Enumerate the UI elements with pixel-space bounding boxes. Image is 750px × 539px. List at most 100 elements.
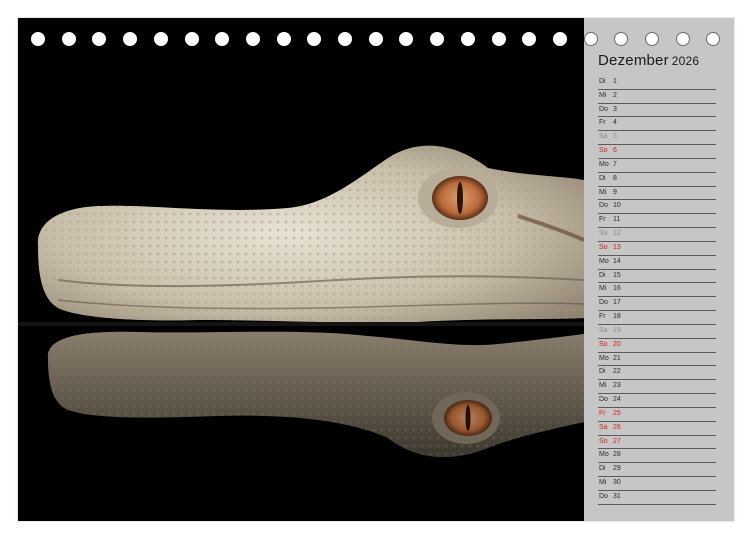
weekday-label: Mi — [599, 188, 607, 196]
day-number: 22 — [613, 368, 621, 376]
weekday-label: So — [599, 147, 608, 155]
day-row: Mi 16 — [598, 283, 716, 298]
day-row: Mi 2 — [598, 90, 716, 104]
day-row: So 6 — [598, 145, 716, 159]
month-title: Dezember 2026 — [598, 52, 699, 69]
weekday-label: Sa — [599, 423, 608, 431]
binding-hole — [491, 32, 506, 46]
day-number: 8 — [613, 174, 617, 182]
weekday-label: So — [599, 243, 608, 251]
day-row: Sa 12 — [598, 228, 716, 242]
day-number: 19 — [613, 326, 621, 334]
day-row: Di 29 — [598, 463, 716, 478]
binding-hole — [184, 32, 199, 46]
day-number: 7 — [613, 160, 617, 168]
day-row: Mo 14 — [598, 256, 716, 270]
binding-hole — [61, 32, 76, 46]
binding-hole — [460, 32, 475, 46]
spiral-binding — [18, 32, 734, 48]
weekday-label: Do — [599, 396, 608, 404]
day-row: Mi 9 — [598, 187, 716, 201]
day-number: 27 — [613, 437, 621, 445]
weekday-label: Mo — [599, 354, 609, 362]
weekday-label: Fr — [599, 119, 606, 127]
day-number: 28 — [613, 451, 621, 459]
day-row: Mi 23 — [598, 380, 716, 395]
weekday-label: Mo — [599, 160, 609, 168]
weekday-label: Di — [599, 78, 606, 85]
weekday-label: Di — [599, 174, 606, 182]
calendar-page: Dezember 2026 Di 1 Mi 2 Do 3 Fr 4 Sa 5 So 6 Mo 7 Di 8 Mi 9… — [18, 18, 734, 521]
weekday-label: So — [599, 340, 608, 348]
day-number: 31 — [613, 492, 621, 500]
weekday-label: Do — [599, 105, 608, 113]
binding-hole — [153, 32, 168, 46]
day-number: 6 — [613, 147, 617, 155]
day-row: Mo 21 — [598, 353, 716, 367]
day-row: Do 10 — [598, 200, 716, 215]
day-row: Sa 5 — [598, 131, 716, 146]
day-number: 20 — [613, 340, 621, 348]
binding-hole — [31, 32, 45, 46]
weekday-label: Mo — [599, 451, 609, 459]
day-number: 17 — [613, 299, 621, 307]
binding-hole — [276, 32, 291, 46]
day-number: 21 — [613, 354, 621, 362]
day-number: 13 — [613, 243, 621, 251]
day-row: Mo 28 — [598, 449, 716, 464]
weekday-label: Mi — [599, 479, 607, 487]
day-row: Mi 30 — [598, 477, 716, 491]
day-number: 5 — [613, 133, 617, 141]
weekday-label: Di — [599, 465, 606, 473]
binding-hole — [338, 32, 352, 46]
weekday-label: Sa — [599, 133, 608, 141]
binding-hole — [675, 32, 690, 46]
day-row: Fr 11 — [598, 214, 716, 229]
day-number: 26 — [613, 423, 621, 431]
weekday-label: Fr — [599, 216, 606, 224]
weekday-label: Do — [599, 299, 608, 307]
weekday-label: Sa — [599, 326, 608, 334]
day-number: 30 — [613, 479, 621, 487]
day-row: Di 8 — [598, 173, 716, 187]
weekday-label: Fr — [599, 409, 606, 417]
binding-hole — [645, 32, 659, 46]
weekday-label: Fr — [599, 313, 606, 321]
weekday-label: Mo — [599, 257, 609, 265]
day-number: 11 — [613, 216, 621, 224]
year-label: 2026 — [671, 54, 700, 68]
binding-hole — [614, 32, 629, 46]
binding-hole — [706, 32, 721, 46]
calendar-sidebar: Dezember 2026 Di 1 Mi 2 Do 3 Fr 4 Sa 5 So 6 Mo 7 Di 8 Mi 9… — [584, 18, 734, 521]
weekday-label: Do — [599, 202, 608, 210]
day-number: 10 — [613, 202, 621, 210]
day-row: Di 15 — [598, 270, 716, 284]
binding-hole — [368, 32, 383, 46]
day-row: Fr 18 — [598, 311, 716, 325]
weekday-label: Sa — [599, 230, 608, 238]
binding-hole — [522, 32, 537, 46]
day-row: So 20 — [598, 339, 716, 353]
binding-hole — [307, 32, 322, 46]
day-number: 18 — [613, 313, 621, 321]
day-row: Di 22 — [598, 366, 716, 381]
day-number: 14 — [613, 257, 621, 265]
day-row: So 13 — [598, 242, 716, 256]
binding-hole — [399, 32, 414, 46]
day-row: Fr 4 — [598, 117, 716, 132]
weekday-label: Mi — [599, 382, 607, 390]
day-row: Do 3 — [598, 104, 716, 118]
binding-hole — [123, 32, 138, 46]
month-name: Dezember — [598, 52, 669, 69]
binding-hole — [245, 32, 260, 46]
day-row: Fr 25 — [598, 408, 716, 422]
day-row: Do 31 — [598, 491, 716, 505]
weekday-label: Mi — [599, 91, 607, 99]
binding-hole — [92, 32, 107, 46]
day-number: 15 — [613, 271, 621, 279]
day-number: 25 — [613, 409, 621, 417]
day-number: 16 — [613, 285, 621, 293]
day-row: Sa 19 — [598, 325, 716, 339]
albino-alligator-reflection-photo — [18, 18, 584, 521]
day-row: Di 1 — [598, 76, 716, 90]
